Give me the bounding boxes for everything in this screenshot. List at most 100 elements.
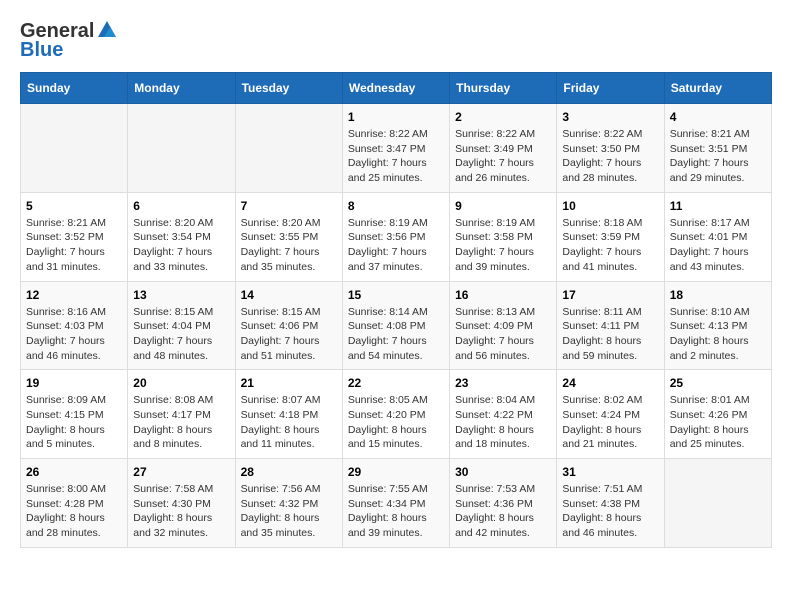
day-number: 15 [348,288,444,302]
day-number: 14 [241,288,337,302]
day-number: 1 [348,110,444,124]
day-number: 8 [348,199,444,213]
day-info: Sunrise: 8:19 AM Sunset: 3:58 PM Dayligh… [455,216,551,275]
day-number: 12 [26,288,122,302]
day-info: Sunrise: 8:18 AM Sunset: 3:59 PM Dayligh… [562,216,658,275]
calendar-day-cell: 31 Sunrise: 7:51 AM Sunset: 4:38 PM Dayli… [557,459,664,548]
calendar-week-row: 1 Sunrise: 8:22 AM Sunset: 3:47 PM Daylig… [21,104,772,193]
day-number: 24 [562,376,658,390]
day-number: 19 [26,376,122,390]
calendar-day-cell [235,104,342,193]
calendar-week-row: 5 Sunrise: 8:21 AM Sunset: 3:52 PM Daylig… [21,192,772,281]
calendar-day-cell: 12 Sunrise: 8:16 AM Sunset: 4:03 PM Dayli… [21,281,128,370]
day-number: 4 [670,110,766,124]
calendar-week-row: 19 Sunrise: 8:09 AM Sunset: 4:15 PM Dayli… [21,370,772,459]
calendar-day-cell: 25 Sunrise: 8:01 AM Sunset: 4:26 PM Dayli… [664,370,771,459]
calendar-table: SundayMondayTuesdayWednesdayThursdayFrid… [20,72,772,548]
day-info: Sunrise: 8:14 AM Sunset: 4:08 PM Dayligh… [348,305,444,364]
calendar-day-cell: 17Sunrise: 8:11 AM Sunset: 4:11 PM Dayli… [557,281,664,370]
day-info: Sunrise: 8:19 AM Sunset: 3:56 PM Dayligh… [348,216,444,275]
day-number: 26 [26,465,122,479]
day-info: Sunrise: 8:15 AM Sunset: 4:04 PM Dayligh… [133,305,229,364]
calendar-day-cell: 3 Sunrise: 8:22 AM Sunset: 3:50 PM Daylig… [557,104,664,193]
calendar-day-cell: 11Sunrise: 8:17 AM Sunset: 4:01 PM Dayli… [664,192,771,281]
day-number: 16 [455,288,551,302]
calendar-day-cell: 21Sunrise: 8:07 AM Sunset: 4:18 PM Dayli… [235,370,342,459]
day-number: 7 [241,199,337,213]
day-number: 5 [26,199,122,213]
calendar-day-cell: 22 Sunrise: 8:05 AM Sunset: 4:20 PM Dayli… [342,370,449,459]
calendar-day-header: Tuesday [235,73,342,104]
logo: General Blue [20,20,118,62]
calendar-day-cell: 16 Sunrise: 8:13 AM Sunset: 4:09 PM Dayli… [450,281,557,370]
day-info: Sunrise: 8:05 AM Sunset: 4:20 PM Dayligh… [348,393,444,452]
day-number: 27 [133,465,229,479]
day-info: Sunrise: 7:56 AM Sunset: 4:32 PM Dayligh… [241,482,337,541]
calendar-day-cell: 24 Sunrise: 8:02 AM Sunset: 4:24 PM Dayli… [557,370,664,459]
calendar-day-cell: 6 Sunrise: 8:20 AM Sunset: 3:54 PM Daylig… [128,192,235,281]
day-info: Sunrise: 8:20 AM Sunset: 3:54 PM Dayligh… [133,216,229,275]
calendar-day-cell: 5 Sunrise: 8:21 AM Sunset: 3:52 PM Daylig… [21,192,128,281]
day-info: Sunrise: 7:55 AM Sunset: 4:34 PM Dayligh… [348,482,444,541]
calendar-day-header: Thursday [450,73,557,104]
calendar-day-header: Saturday [664,73,771,104]
day-info: Sunrise: 8:21 AM Sunset: 3:51 PM Dayligh… [670,127,766,186]
calendar-day-cell: 8 Sunrise: 8:19 AM Sunset: 3:56 PM Daylig… [342,192,449,281]
day-number: 29 [348,465,444,479]
logo-blue-text: Blue [20,39,63,62]
day-number: 2 [455,110,551,124]
day-number: 10 [562,199,658,213]
day-number: 11 [670,199,766,213]
day-number: 30 [455,465,551,479]
calendar-day-cell: 27 Sunrise: 7:58 AM Sunset: 4:30 PM Dayli… [128,459,235,548]
calendar-day-cell: 18Sunrise: 8:10 AM Sunset: 4:13 PM Dayli… [664,281,771,370]
day-number: 25 [670,376,766,390]
day-info: Sunrise: 8:22 AM Sunset: 3:47 PM Dayligh… [348,127,444,186]
day-info: Sunrise: 8:20 AM Sunset: 3:55 PM Dayligh… [241,216,337,275]
day-number: 28 [241,465,337,479]
day-info: Sunrise: 8:13 AM Sunset: 4:09 PM Dayligh… [455,305,551,364]
calendar-day-cell: 19 Sunrise: 8:09 AM Sunset: 4:15 PM Dayli… [21,370,128,459]
calendar-day-cell: 2 Sunrise: 8:22 AM Sunset: 3:49 PM Daylig… [450,104,557,193]
calendar-day-cell: 1 Sunrise: 8:22 AM Sunset: 3:47 PM Daylig… [342,104,449,193]
day-info: Sunrise: 8:04 AM Sunset: 4:22 PM Dayligh… [455,393,551,452]
day-info: Sunrise: 8:00 AM Sunset: 4:28 PM Dayligh… [26,482,122,541]
day-number: 31 [562,465,658,479]
day-number: 22 [348,376,444,390]
calendar-day-cell: 26 Sunrise: 8:00 AM Sunset: 4:28 PM Dayli… [21,459,128,548]
calendar-day-cell [128,104,235,193]
day-info: Sunrise: 8:09 AM Sunset: 4:15 PM Dayligh… [26,393,122,452]
page-header: General Blue [20,20,772,62]
day-info: Sunrise: 8:21 AM Sunset: 3:52 PM Dayligh… [26,216,122,275]
day-info: Sunrise: 8:07 AM Sunset: 4:18 PM Dayligh… [241,393,337,452]
day-number: 9 [455,199,551,213]
logo-icon [96,19,118,41]
day-number: 18 [670,288,766,302]
day-info: Sunrise: 8:11 AM Sunset: 4:11 PM Dayligh… [562,305,658,364]
calendar-day-cell: 10 Sunrise: 8:18 AM Sunset: 3:59 PM Dayli… [557,192,664,281]
day-info: Sunrise: 8:22 AM Sunset: 3:50 PM Dayligh… [562,127,658,186]
calendar-day-cell: 14 Sunrise: 8:15 AM Sunset: 4:06 PM Dayli… [235,281,342,370]
calendar-day-cell: 23Sunrise: 8:04 AM Sunset: 4:22 PM Dayli… [450,370,557,459]
calendar-day-cell: 13 Sunrise: 8:15 AM Sunset: 4:04 PM Dayli… [128,281,235,370]
calendar-day-cell: 9 Sunrise: 8:19 AM Sunset: 3:58 PM Daylig… [450,192,557,281]
calendar-day-cell [21,104,128,193]
calendar-week-row: 12 Sunrise: 8:16 AM Sunset: 4:03 PM Dayli… [21,281,772,370]
day-info: Sunrise: 7:53 AM Sunset: 4:36 PM Dayligh… [455,482,551,541]
day-info: Sunrise: 8:22 AM Sunset: 3:49 PM Dayligh… [455,127,551,186]
day-info: Sunrise: 8:02 AM Sunset: 4:24 PM Dayligh… [562,393,658,452]
day-number: 3 [562,110,658,124]
day-info: Sunrise: 8:01 AM Sunset: 4:26 PM Dayligh… [670,393,766,452]
calendar-day-cell [664,459,771,548]
day-info: Sunrise: 8:16 AM Sunset: 4:03 PM Dayligh… [26,305,122,364]
day-number: 13 [133,288,229,302]
day-info: Sunrise: 8:08 AM Sunset: 4:17 PM Dayligh… [133,393,229,452]
day-number: 6 [133,199,229,213]
day-info: Sunrise: 7:51 AM Sunset: 4:38 PM Dayligh… [562,482,658,541]
calendar-day-cell: 7 Sunrise: 8:20 AM Sunset: 3:55 PM Daylig… [235,192,342,281]
day-info: Sunrise: 8:15 AM Sunset: 4:06 PM Dayligh… [241,305,337,364]
calendar-day-cell: 29 Sunrise: 7:55 AM Sunset: 4:34 PM Dayli… [342,459,449,548]
calendar-day-cell: 28 Sunrise: 7:56 AM Sunset: 4:32 PM Dayli… [235,459,342,548]
calendar-day-cell: 20Sunrise: 8:08 AM Sunset: 4:17 PM Dayli… [128,370,235,459]
day-info: Sunrise: 7:58 AM Sunset: 4:30 PM Dayligh… [133,482,229,541]
